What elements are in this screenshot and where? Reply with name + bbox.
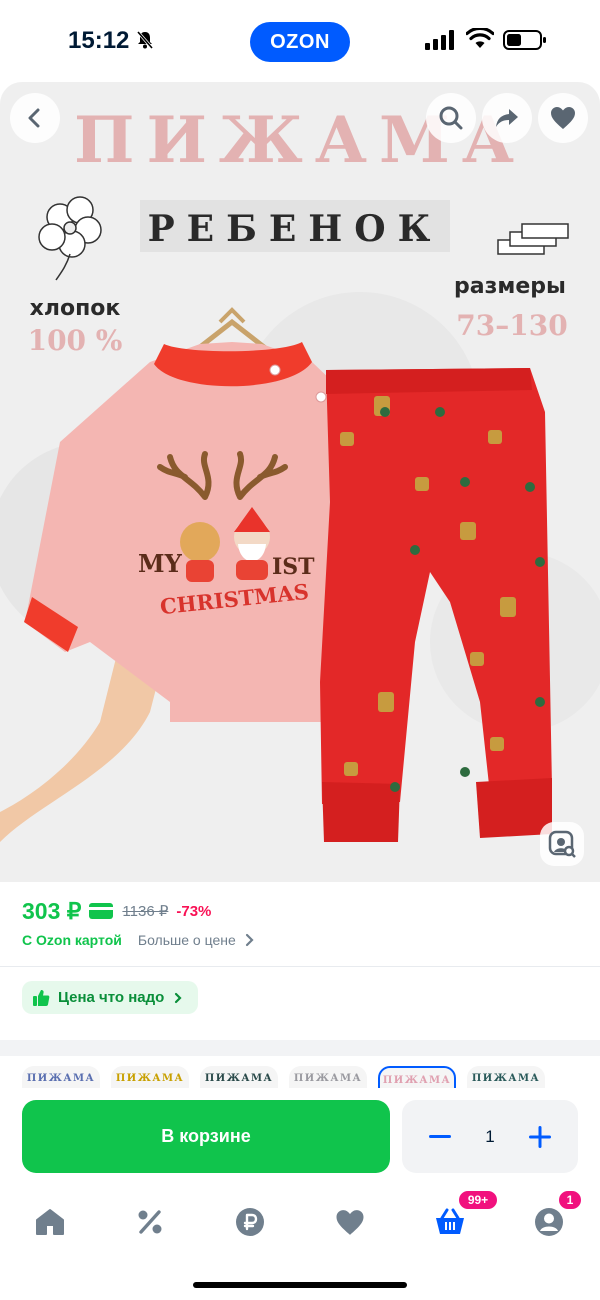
material-label: хлопок	[30, 296, 121, 321]
profile-count-badge: 1	[557, 1189, 583, 1211]
variant-title: ПИЖАМА	[471, 1073, 541, 1084]
current-price: 303 ₽	[22, 897, 82, 924]
in-cart-button[interactable]: В корзине	[22, 1100, 390, 1173]
tab-favorites[interactable]	[330, 1202, 370, 1242]
sizes-label: размеры	[454, 274, 566, 299]
cotton-flower-icon	[38, 196, 102, 281]
shirt-print-text-1: MY	[138, 549, 183, 578]
home-indicator	[193, 1282, 407, 1288]
chevron-right-icon	[245, 933, 254, 947]
good-price-badge[interactable]: Цена что надо	[22, 981, 199, 1014]
percent-icon	[138, 1210, 162, 1234]
tab-finance[interactable]	[230, 1202, 270, 1242]
variant-title: ПИЖАМА	[204, 1073, 274, 1084]
tab-promo[interactable]	[130, 1202, 170, 1242]
pajama-illustration: MY IST CHRISTMAS ПИЖАМА РЕБЕНОК хлопок 1…	[0, 103, 600, 842]
ruble-icon	[236, 1208, 264, 1236]
thumbs-up-icon	[33, 989, 50, 1006]
section-gap	[0, 1040, 600, 1056]
price-row: 303 ₽ 1136 ₽ -73%	[22, 896, 211, 926]
shirt-print-text-1b: IST	[272, 554, 315, 580]
product-image[interactable]: MY IST CHRISTMAS ПИЖАМА РЕБЕНОК хлопок 1…	[0, 82, 600, 882]
heart-icon	[551, 107, 575, 129]
signal-icon	[425, 30, 454, 50]
back-button[interactable]	[10, 93, 60, 143]
share-arrow-icon	[496, 109, 518, 127]
chevron-left-icon	[28, 108, 40, 128]
good-price-label: Цена что надо	[58, 989, 165, 1006]
status-time: 15:12	[68, 27, 130, 54]
home-icon	[36, 1209, 64, 1235]
variant-title: ПИЖАМА	[115, 1073, 185, 1084]
cart-count-badge: 99+	[457, 1189, 499, 1211]
action-bar: В корзине 1	[0, 1088, 600, 1188]
visual-search-icon	[548, 830, 576, 858]
favorite-button[interactable]	[538, 93, 588, 143]
status-bar: 15:12 OZON	[0, 0, 600, 82]
search-button[interactable]	[426, 93, 476, 143]
battery-icon	[503, 30, 546, 50]
minus-icon	[429, 1134, 451, 1138]
variant-title: ПИЖАМА	[293, 1073, 363, 1084]
tab-home[interactable]	[30, 1202, 70, 1242]
material-value: 100 %	[28, 324, 123, 357]
variant-title: ПИЖАМА	[26, 1073, 96, 1084]
variant-title: ПИЖАМА	[382, 1075, 452, 1086]
divider	[0, 966, 600, 967]
search-icon	[439, 106, 463, 130]
ozon-card-icon	[89, 903, 114, 919]
basket-icon	[436, 1208, 464, 1234]
profile-icon	[535, 1208, 563, 1236]
more-about-price-link[interactable]: Больше о цене	[138, 932, 236, 948]
decrease-quantity-button[interactable]	[410, 1100, 470, 1173]
ozon-logo: OZON	[250, 22, 350, 62]
ozon-card-note: С Ozon картой	[22, 932, 122, 948]
sizes-value: 73–130	[456, 309, 567, 342]
plus-icon	[529, 1125, 551, 1148]
wifi-icon	[466, 28, 494, 48]
quantity-stepper: 1	[402, 1100, 578, 1173]
increase-quantity-button[interactable]	[510, 1100, 570, 1173]
image-search-button[interactable]	[540, 822, 584, 866]
bell-muted-icon	[136, 31, 154, 49]
chevron-right-icon	[175, 992, 182, 1003]
discount-percent: -73%	[176, 902, 212, 920]
heart-icon	[336, 1209, 364, 1235]
price-details: С Ozon картой Больше о цене	[22, 932, 256, 948]
share-button[interactable]	[482, 93, 532, 143]
old-price: 1136 ₽	[122, 903, 169, 920]
ruler-icon	[497, 223, 569, 255]
image-subtitle: РЕБЕНОК	[148, 208, 443, 250]
